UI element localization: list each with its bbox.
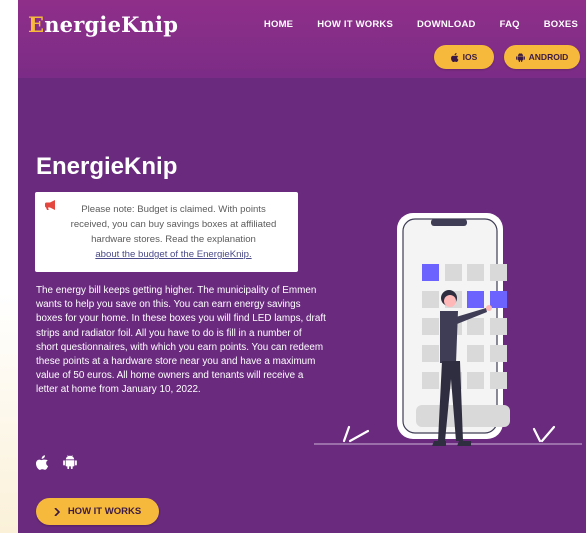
nav-how-it-works[interactable]: HOW IT WORKS xyxy=(305,19,405,30)
ios-button[interactable]: IOS xyxy=(434,45,494,69)
android-button[interactable]: ANDROID xyxy=(504,45,580,69)
page: EnergieKnip HOME HOW IT WORKS DOWNLOAD F… xyxy=(18,0,586,533)
nav-download[interactable]: DOWNLOAD xyxy=(405,19,488,30)
budget-notice: Please note: Budget is claimed. With poi… xyxy=(35,192,298,272)
intro-paragraph: The energy bill keeps getting higher. Th… xyxy=(36,285,326,396)
megaphone-icon xyxy=(44,200,57,213)
android-icon[interactable] xyxy=(63,455,77,469)
top-navbar: EnergieKnip HOME HOW IT WORKS DOWNLOAD F… xyxy=(18,0,586,78)
main-nav: HOME HOW IT WORKS DOWNLOAD FAQ BOXES xyxy=(252,19,586,30)
os-icons xyxy=(36,455,77,470)
nav-faq[interactable]: FAQ xyxy=(488,19,532,30)
page-left-margin xyxy=(0,0,18,533)
logo-initial: E xyxy=(28,12,45,37)
notice-text-block: Please note: Budget is claimed. With poi… xyxy=(47,202,286,262)
logo[interactable]: EnergieKnip xyxy=(28,12,178,37)
apple-icon xyxy=(450,52,459,62)
chevron-right-icon xyxy=(54,507,60,516)
nav-boxes[interactable]: BOXES xyxy=(532,19,586,30)
how-it-works-button[interactable]: HOW IT WORKS xyxy=(36,498,159,525)
page-title: EnergieKnip xyxy=(36,153,178,180)
logo-text: nergieKnip xyxy=(44,12,179,37)
notice-text: Please note: Budget is claimed. With poi… xyxy=(70,204,277,245)
apple-icon[interactable] xyxy=(36,455,49,470)
phone-illustration xyxy=(314,213,582,446)
nav-home[interactable]: HOME xyxy=(252,19,305,30)
budget-link[interactable]: about the budget of the EnergieKnip. xyxy=(95,249,251,260)
android-icon xyxy=(515,52,525,62)
android-button-label: ANDROID xyxy=(528,52,569,62)
ios-button-label: IOS xyxy=(462,52,478,62)
store-buttons: IOS ANDROID xyxy=(434,45,580,69)
how-it-works-label: HOW IT WORKS xyxy=(67,506,142,517)
